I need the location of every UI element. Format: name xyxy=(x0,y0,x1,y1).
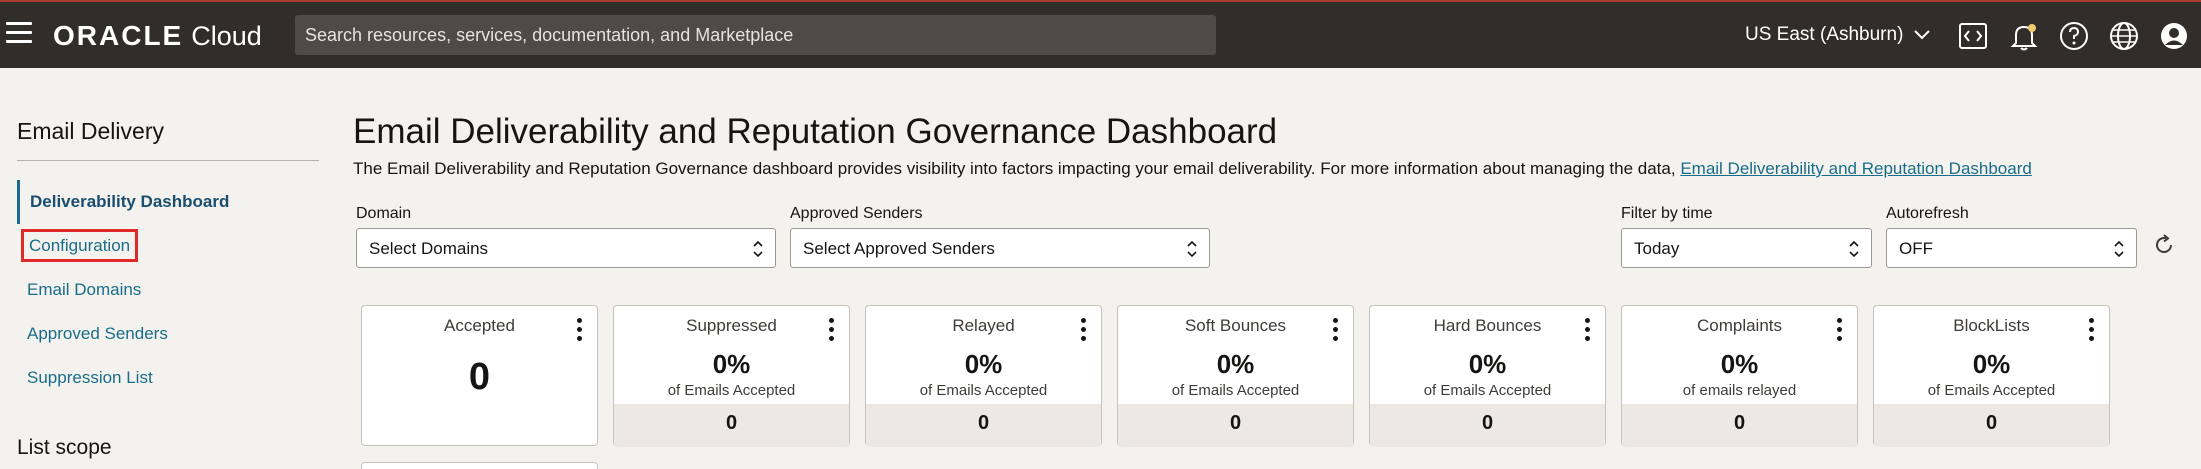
approved-senders-label: Approved Senders xyxy=(790,205,923,222)
sidebar-nav: Deliverability Dashboard Configuration E… xyxy=(17,180,319,400)
card-count: 0 xyxy=(1874,404,2109,447)
card-count: 0 xyxy=(1622,404,1857,447)
card-percent: 0% xyxy=(1720,349,1759,379)
filter-by-time-select[interactable]: Today xyxy=(1621,228,1872,268)
refresh-icon[interactable] xyxy=(2152,233,2176,257)
card-count: 0 xyxy=(614,404,849,447)
next-row-card xyxy=(361,462,598,469)
sidebar-item-label: Configuration xyxy=(20,229,139,262)
card-subtitle: of emails relayed xyxy=(1682,382,1797,399)
card-menu-icon[interactable] xyxy=(2089,318,2095,342)
card-subtitle: of Emails Accepted xyxy=(667,382,796,399)
approved-senders-select-value: Select Approved Senders xyxy=(803,239,995,258)
card-title: Hard Bounces xyxy=(1433,316,1542,335)
help-icon[interactable] xyxy=(2058,20,2090,52)
complaints-card: Complaints 0% of emails relayed 0 xyxy=(1621,305,1858,447)
domain-select-value: Select Domains xyxy=(369,239,489,258)
card-menu-icon[interactable] xyxy=(1585,318,1591,342)
card-count: 0 xyxy=(1370,404,1605,447)
description-text: The Email Deliverability and Reputation … xyxy=(353,159,1676,178)
filter-by-time-value: Today xyxy=(1634,239,1680,258)
sidebar-item-label: Suppression List xyxy=(27,368,153,387)
autorefresh-value: OFF xyxy=(1899,239,1933,258)
hamburger-menu-icon[interactable] xyxy=(6,22,34,44)
filter-by-time-label: Filter by time xyxy=(1621,205,1713,222)
sidebar-item-label: Deliverability Dashboard xyxy=(30,192,230,211)
hard-bounces-card: Hard Bounces 0% of Emails Accepted 0 xyxy=(1369,305,1606,447)
card-title: BlockLists xyxy=(1953,316,2030,335)
card-subtitle: of Emails Accepted xyxy=(1927,382,2056,399)
notification-bell-icon[interactable] xyxy=(2008,20,2040,52)
top-navigation-bar: ORACLE Cloud Search resources, services,… xyxy=(0,0,2201,68)
card-menu-icon[interactable] xyxy=(1333,318,1339,342)
autorefresh-select[interactable]: OFF xyxy=(1886,228,2137,268)
global-search-input[interactable]: Search resources, services, documentatio… xyxy=(295,15,1216,55)
card-title: Relayed xyxy=(952,316,1015,335)
card-title: Accepted xyxy=(444,316,515,335)
select-chevron-icon xyxy=(2114,240,2124,258)
select-chevron-icon xyxy=(753,240,763,258)
card-percent: 0% xyxy=(964,349,1003,379)
select-chevron-icon xyxy=(1849,240,1859,258)
suppressed-card: Suppressed 0% of Emails Accepted 0 xyxy=(613,305,850,447)
card-subtitle: of Emails Accepted xyxy=(1423,382,1552,399)
relayed-card: Relayed 0% of Emails Accepted 0 xyxy=(865,305,1102,447)
card-percent: 0% xyxy=(712,349,751,379)
sidebar-item-label: Approved Senders xyxy=(27,324,168,343)
card-title: Soft Bounces xyxy=(1184,316,1287,335)
dashboard-docs-link[interactable]: Email Deliverability and Reputation Dash… xyxy=(1680,159,2032,178)
card-title: Suppressed xyxy=(686,316,777,335)
chevron-down-icon xyxy=(1914,30,1931,40)
list-scope-heading: List scope xyxy=(17,436,112,459)
sidebar-item-label: Email Domains xyxy=(27,280,142,299)
region-label: US East (Ashburn) xyxy=(1745,24,1904,45)
blocklists-card: BlockLists 0% of Emails Accepted 0 xyxy=(1873,305,2110,447)
accepted-card: Accepted 0 xyxy=(361,305,598,446)
card-menu-icon[interactable] xyxy=(1081,318,1087,342)
sidebar-item-suppression-list[interactable]: Suppression List xyxy=(17,356,319,400)
card-subtitle: of Emails Accepted xyxy=(919,382,1048,399)
sidebar-title: Email Delivery xyxy=(17,118,164,144)
user-profile-icon[interactable] xyxy=(2158,20,2190,52)
card-percent: 0% xyxy=(1972,349,2011,379)
sidebar-divider xyxy=(17,160,319,161)
card-value: 0 xyxy=(468,356,491,398)
select-chevron-icon xyxy=(1187,240,1197,258)
region-selector[interactable]: US East (Ashburn) xyxy=(1745,24,1931,46)
logo-oracle-text: ORACLE xyxy=(53,20,184,51)
code-editor-icon[interactable] xyxy=(1957,20,1989,52)
card-count: 0 xyxy=(866,404,1101,447)
oracle-cloud-logo[interactable]: ORACLE Cloud xyxy=(53,20,262,52)
sidebar-item-deliverability-dashboard[interactable]: Deliverability Dashboard xyxy=(17,180,319,224)
sidebar-item-email-domains[interactable]: Email Domains xyxy=(17,268,319,312)
domain-select[interactable]: Select Domains xyxy=(356,228,776,268)
soft-bounces-card: Soft Bounces 0% of Emails Accepted 0 xyxy=(1117,305,1354,447)
card-menu-icon[interactable] xyxy=(829,318,835,342)
card-count: 0 xyxy=(1118,404,1353,447)
card-percent: 0% xyxy=(1468,349,1507,379)
language-globe-icon[interactable] xyxy=(2108,20,2140,52)
page-description: The Email Deliverability and Reputation … xyxy=(353,159,2032,179)
domain-label: Domain xyxy=(356,205,412,222)
card-title: Complaints xyxy=(1696,316,1783,335)
card-menu-icon[interactable] xyxy=(577,318,583,342)
sidebar-item-approved-senders[interactable]: Approved Senders xyxy=(17,312,319,356)
logo-cloud-text: Cloud xyxy=(191,21,262,51)
card-percent: 0% xyxy=(1216,349,1255,379)
card-subtitle: of Emails Accepted xyxy=(1171,382,1300,399)
card-menu-icon[interactable] xyxy=(1837,318,1843,342)
page-title: Email Deliverability and Reputation Gove… xyxy=(353,112,1278,151)
autorefresh-label: Autorefresh xyxy=(1886,205,1969,222)
approved-senders-select[interactable]: Select Approved Senders xyxy=(790,228,1210,268)
sidebar-item-configuration[interactable]: Configuration xyxy=(17,224,319,268)
